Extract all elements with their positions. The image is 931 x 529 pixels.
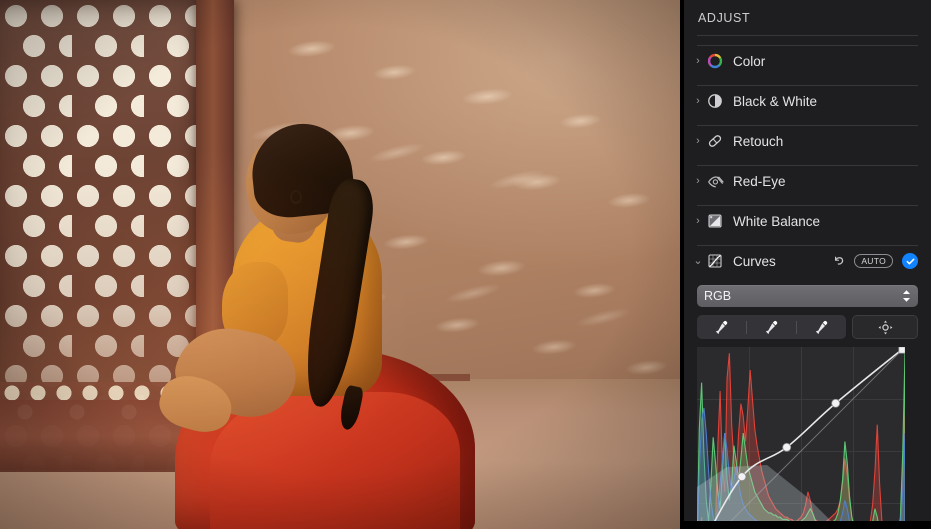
eye-slash-icon [706,172,724,190]
photo-canvas [0,0,683,529]
app-window: ADJUST › [0,0,931,529]
eyedropper-group [697,315,846,339]
sidebar-item-black-white[interactable]: › Black & White [684,86,931,116]
sidebar-item-white-balance[interactable]: › White Balance [684,206,931,236]
adjust-inspector-panel: ADJUST › [683,0,931,529]
panel-bottom-edge [684,521,931,529]
chevron-right-icon[interactable]: › [690,216,706,227]
photo-viewer[interactable] [0,0,683,529]
target-picker-button[interactable] [852,315,918,339]
sidebar-item-label: Curves [733,254,832,269]
sidebar-item-curves[interactable]: ⌄ Curves AUTO [684,246,931,276]
curves-enabled-checkbox[interactable] [902,253,918,269]
curve-editor[interactable] [697,347,918,529]
sidebar-item-color[interactable]: › Color [684,46,931,76]
bandage-icon [706,132,724,150]
panel-title: ADJUST [684,0,931,25]
black-point-picker-button[interactable] [697,315,746,339]
divider-title [697,35,918,36]
sidebar-item-label: White Balance [733,214,918,229]
curve-plot[interactable] [697,347,905,529]
chevron-right-icon[interactable]: › [690,176,706,187]
vignette-overlay [0,0,683,529]
crosshair-icon [878,320,893,335]
gray-point-picker-button[interactable] [747,315,796,339]
curves-tool-bar [697,315,918,339]
sidebar-item-label: Black & White [733,94,918,109]
chevron-right-icon[interactable]: › [690,56,706,67]
eyedropper-icon [763,319,780,336]
histogram-canvas[interactable] [697,347,905,529]
chevron-updown-icon [902,289,911,304]
auto-button[interactable]: AUTO [854,254,893,268]
curves-grid-icon [706,252,724,270]
sidebar-item-label: Color [733,54,918,69]
revert-icon[interactable] [832,254,845,269]
color-wheel-icon [706,52,724,70]
half-circle-icon [706,92,724,110]
white-point-picker-button[interactable] [797,315,846,339]
sidebar-item-retouch[interactable]: › Retouch [684,126,931,156]
curves-actions: AUTO [832,253,918,269]
channel-select[interactable]: RGB [697,285,918,307]
eyedropper-icon [813,319,830,336]
chevron-down-icon[interactable]: ⌄ [690,256,706,267]
chevron-right-icon[interactable]: › [690,136,706,147]
gradient-square-icon [706,212,724,230]
sidebar-item-label: Red-Eye [733,174,918,189]
channel-select-value: RGB [704,289,902,303]
chevron-right-icon[interactable]: › [690,96,706,107]
sidebar-item-label: Retouch [733,134,918,149]
sidebar-item-red-eye[interactable]: › Red-Eye [684,166,931,196]
eyedropper-icon [713,319,730,336]
